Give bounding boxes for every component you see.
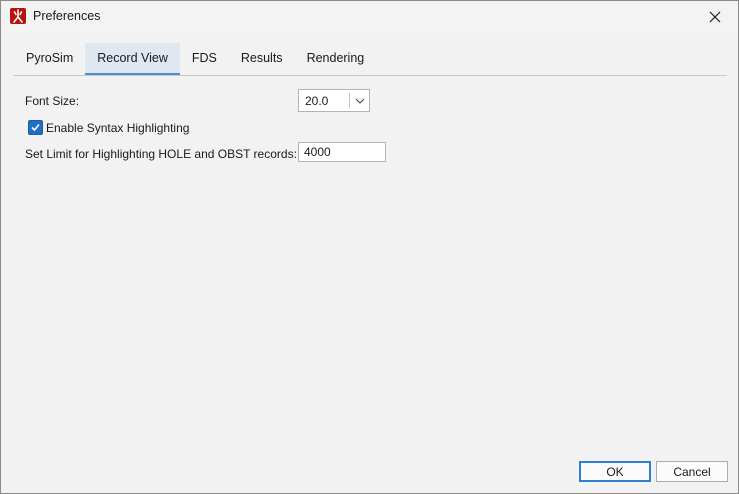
tab-record-view[interactable]: Record View — [85, 43, 180, 75]
tab-rendering[interactable]: Rendering — [295, 43, 377, 75]
syntax-highlighting-checkbox[interactable] — [28, 120, 43, 135]
syntax-highlighting-label[interactable]: Enable Syntax Highlighting — [46, 121, 189, 135]
tab-fds[interactable]: FDS — [180, 43, 229, 75]
tab-divider — [14, 75, 727, 76]
font-size-combo[interactable]: 20.0 — [298, 89, 370, 112]
ok-button[interactable]: OK — [579, 461, 651, 482]
close-icon — [709, 11, 721, 22]
highlight-limit-input[interactable] — [298, 142, 386, 162]
pyrosim-app-icon — [10, 8, 26, 24]
preferences-dialog: Preferences PyroSim Record View FDS Resu… — [0, 0, 739, 494]
font-size-dropdown-button[interactable] — [350, 90, 369, 111]
tab-pyrosim[interactable]: PyroSim — [14, 43, 85, 75]
window-title: Preferences — [33, 9, 101, 23]
checkmark-icon — [31, 123, 40, 132]
title-bar: Preferences — [1, 1, 738, 32]
cancel-button[interactable]: Cancel — [656, 461, 728, 482]
chevron-down-icon — [355, 98, 364, 104]
tab-results[interactable]: Results — [229, 43, 295, 75]
font-size-label: Font Size: — [25, 94, 80, 108]
highlight-limit-label: Set Limit for Highlighting HOLE and OBST… — [25, 147, 297, 161]
font-size-value: 20.0 — [305, 93, 329, 108]
close-button[interactable] — [692, 1, 738, 32]
tab-bar: PyroSim Record View FDS Results Renderin… — [14, 43, 376, 75]
